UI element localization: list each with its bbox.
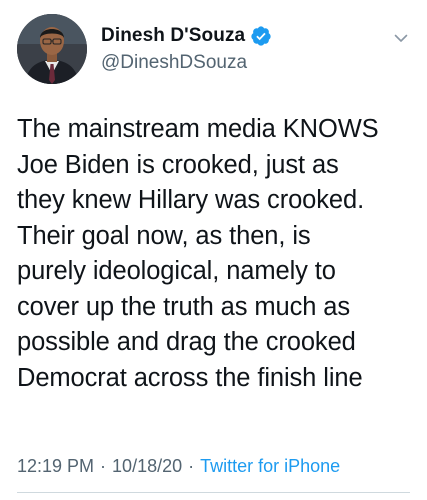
chevron-down-icon[interactable] <box>393 30 409 46</box>
divider <box>17 492 410 493</box>
display-name[interactable]: Dinesh D'Souza <box>101 25 245 47</box>
verified-badge-icon <box>250 25 272 47</box>
tweet-source-link[interactable]: Twitter for iPhone <box>200 456 340 477</box>
tweet-time[interactable]: 12:19 PM <box>17 456 94 477</box>
avatar[interactable] <box>17 14 87 84</box>
tweet-date[interactable]: 10/18/20 <box>112 456 182 477</box>
meta-separator: · <box>188 456 195 476</box>
meta-separator: · <box>100 456 107 476</box>
tweet-card: Dinesh D'Souza @DineshDSouza The mainstr… <box>0 0 427 500</box>
author-handle[interactable]: @DineshDSouza <box>101 52 247 74</box>
author-name-row[interactable]: Dinesh D'Souza <box>101 22 272 50</box>
profile-photo-icon <box>17 14 87 84</box>
tweet-text: The mainstream media KNOWS Joe Biden is … <box>17 115 379 392</box>
tweet-meta: 12:19 PM · 10/18/20 · Twitter for iPhone <box>17 456 340 477</box>
